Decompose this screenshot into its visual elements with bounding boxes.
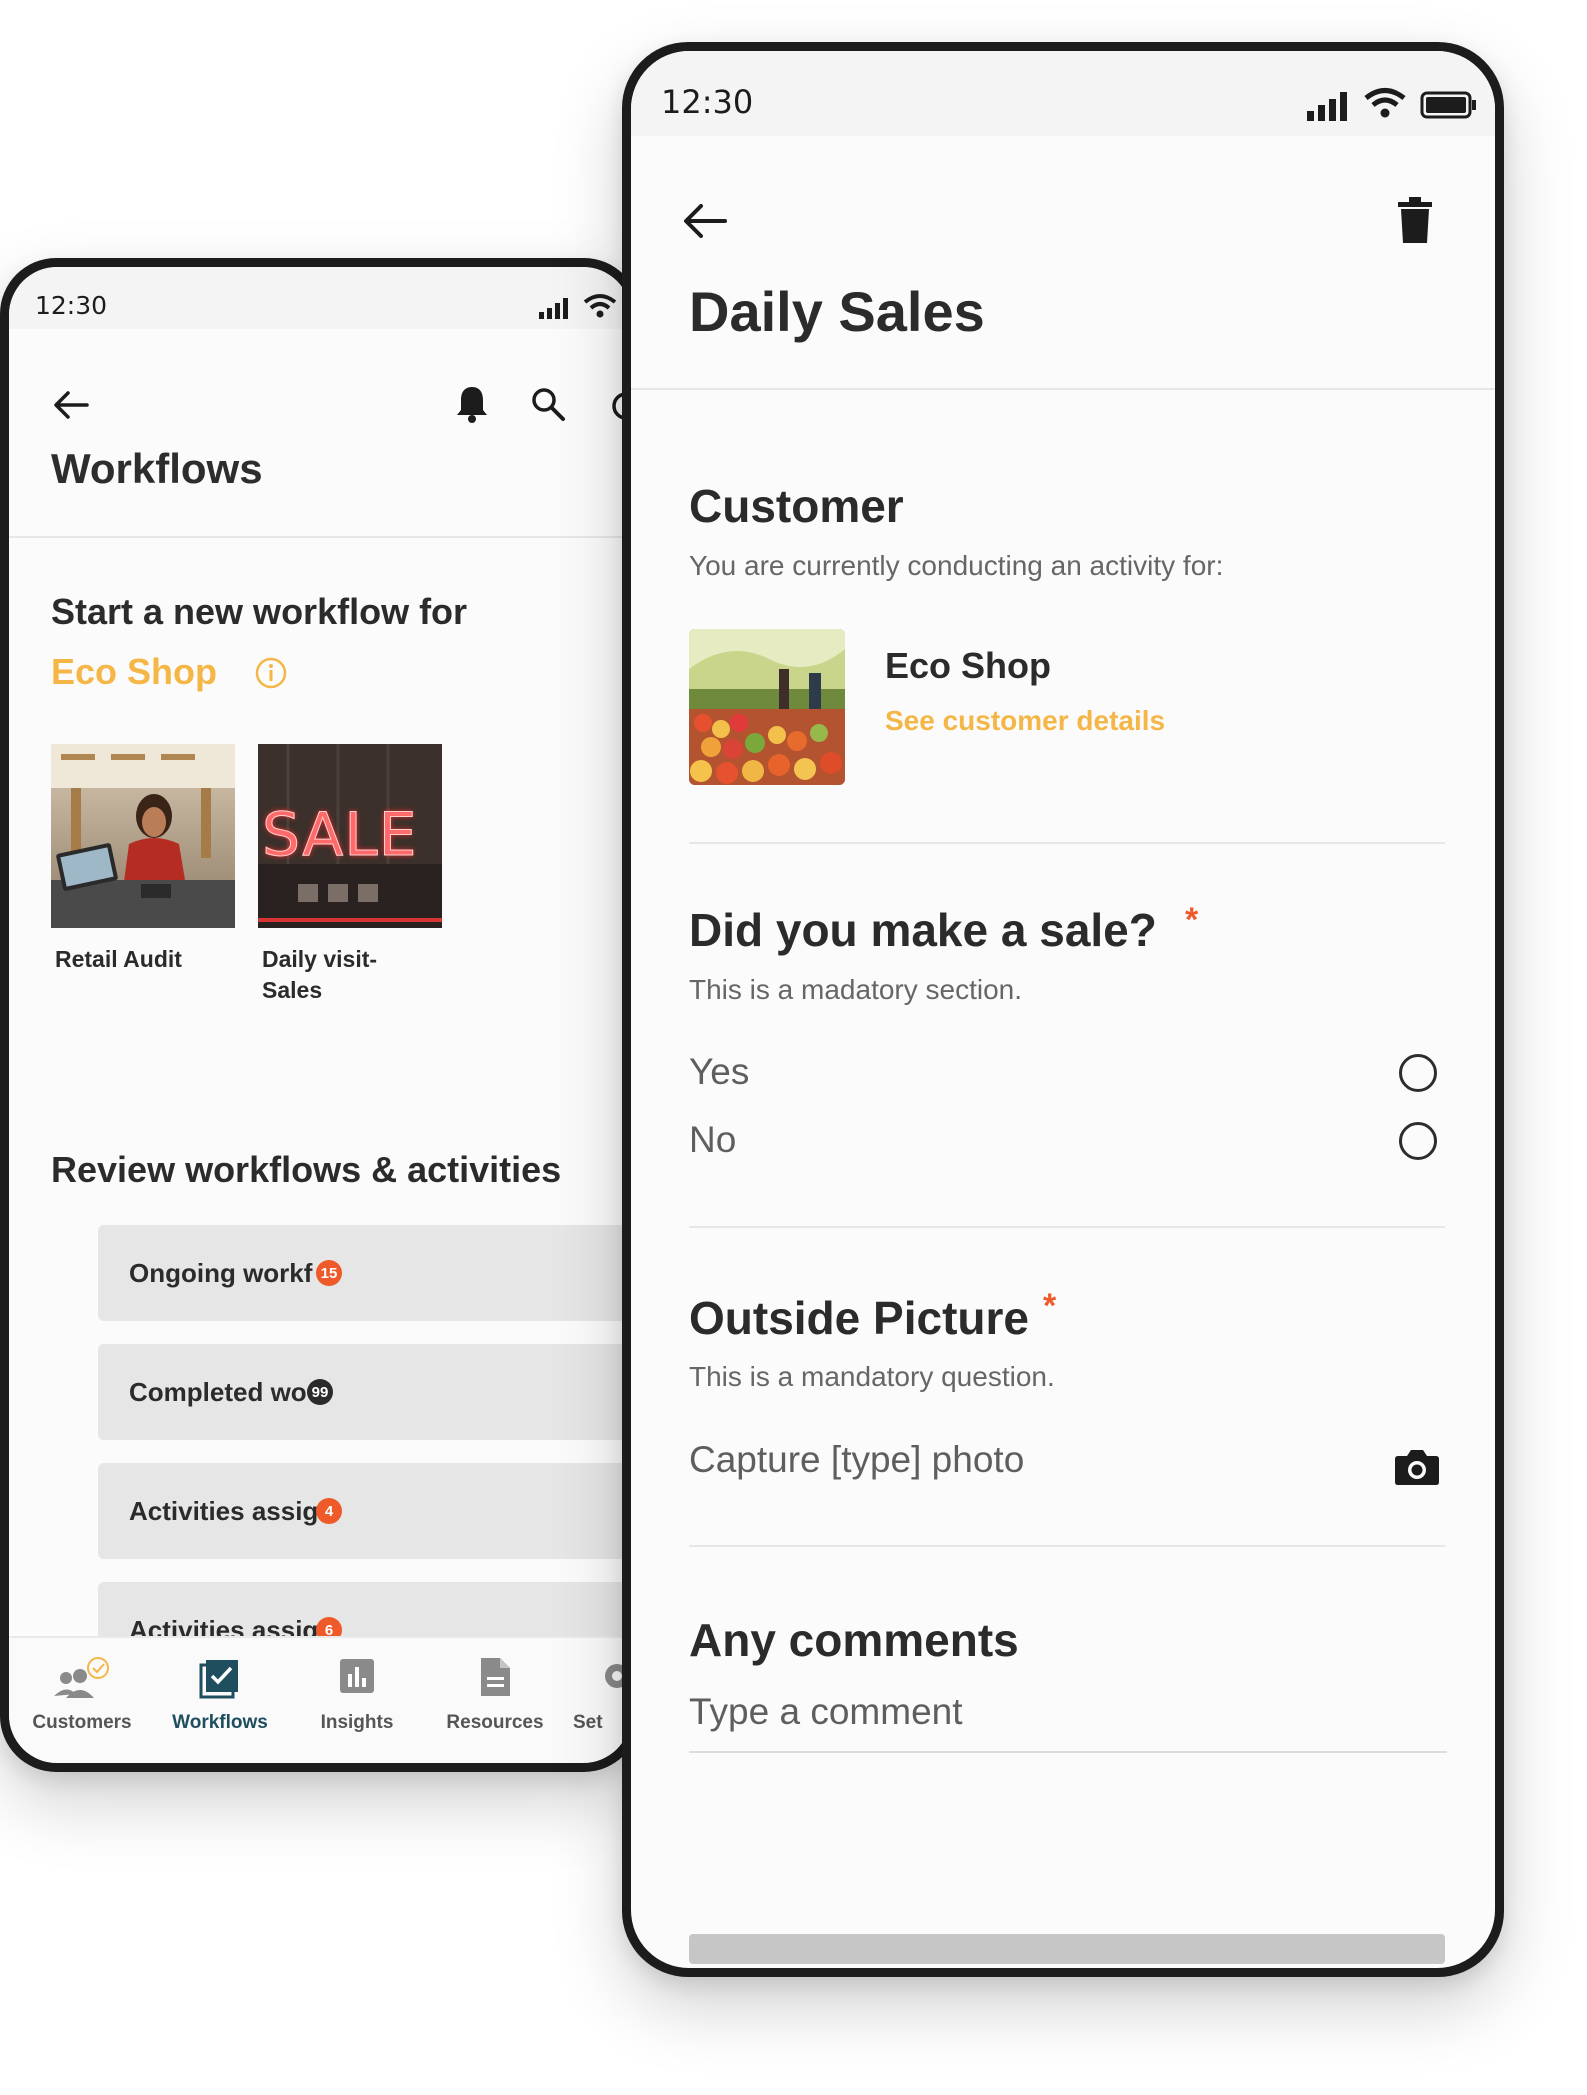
tile-label-line2: Sales — [262, 977, 323, 1003]
required-mark: * — [1185, 901, 1199, 939]
customer-subtitle: You are currently conducting an activity… — [689, 550, 1224, 581]
nav-insights[interactable]: Insights — [287, 1638, 427, 1762]
sale-question-heading: Did you make a sale? — [689, 904, 1157, 956]
submit-bar[interactable] — [689, 1934, 1445, 1964]
back-button[interactable] — [677, 193, 733, 249]
section-divider — [689, 1226, 1445, 1228]
nav-label: Insights — [320, 1712, 394, 1733]
customer-image — [689, 629, 845, 785]
review-item-label: Ongoing workf — [129, 1257, 313, 1288]
comment-placeholder: Type a comment — [689, 1691, 963, 1732]
option-yes-radio[interactable] — [1399, 1054, 1437, 1092]
people-icon — [52, 1656, 112, 1711]
search-icon — [532, 388, 565, 421]
count-badge: 15 — [316, 1260, 342, 1286]
workflow-tile-daily-visit-sales[interactable]: SALE Daily visit- Sales — [258, 744, 458, 1014]
option-yes-label: Yes — [689, 1051, 750, 1092]
option-no-radio[interactable] — [1399, 1122, 1437, 1160]
bar-chart-icon — [337, 1656, 377, 1701]
status-bar: 12:30 — [631, 51, 1495, 136]
picture-question-heading: Outside Picture — [689, 1292, 1029, 1344]
nav-label: Customers — [32, 1712, 132, 1733]
nav-label: Resources — [446, 1712, 544, 1733]
camera-button[interactable] — [1391, 1441, 1443, 1493]
status-time: 12:30 — [35, 291, 108, 320]
see-customer-details-link[interactable]: See customer details — [885, 705, 1165, 737]
camera-icon — [1395, 1450, 1439, 1485]
review-item-label: Completed wo — [129, 1376, 307, 1407]
workflow-tile-retail-audit[interactable]: Retail Audit — [51, 744, 241, 984]
required-mark: * — [1043, 1287, 1057, 1325]
header-divider — [631, 388, 1495, 390]
tile-label-line1: Daily visit- — [262, 946, 378, 972]
status-bar: 12:30 — [9, 267, 631, 329]
search-button[interactable] — [523, 379, 573, 429]
wifi-icon — [583, 293, 617, 324]
daily-sales-screen: 12:30 Daily Sales Customer You are curre… — [631, 51, 1495, 1968]
workflows-phone: 12:30 Workflows Start a new workflow for… — [0, 258, 640, 1772]
nav-label: Workflows — [172, 1712, 268, 1733]
comment-input[interactable]: Type a comment — [689, 1685, 1447, 1753]
delete-button[interactable] — [1387, 191, 1443, 251]
signal-icon — [539, 297, 575, 324]
page-title: Workflows — [51, 445, 263, 492]
picture-question-subtitle: This is a mandatory question. — [689, 1361, 1055, 1392]
start-workflow-heading: Start a new workflow for — [51, 591, 468, 632]
back-button[interactable] — [47, 381, 95, 429]
workflows-screen: 12:30 Workflows Start a new workflow for… — [9, 267, 631, 1763]
capture-photo-label[interactable]: Capture [type] photo — [689, 1439, 1024, 1481]
option-no-label: No — [689, 1119, 737, 1160]
arrow-left-icon — [54, 391, 89, 419]
bell-icon — [457, 387, 487, 423]
wifi-icon — [1364, 87, 1406, 124]
sale-question-subtitle: This is a madatory section. — [689, 974, 1023, 1005]
review-item-completed[interactable]: Completed wo 99 — [98, 1344, 631, 1440]
customer-info-button[interactable] — [249, 651, 293, 695]
section-divider — [689, 842, 1445, 844]
info-icon — [255, 657, 287, 689]
review-heading: Review workflows & activities — [51, 1149, 562, 1190]
arrow-left-icon — [684, 204, 727, 238]
nav-resources[interactable]: Resources — [425, 1638, 565, 1762]
notifications-button[interactable] — [447, 379, 497, 429]
daily-sales-phone: 12:30 Daily Sales Customer You are curre… — [622, 42, 1504, 1977]
section-divider — [689, 1545, 1445, 1547]
workflow-check-icon — [198, 1656, 242, 1705]
customer-name: Eco Shop — [885, 645, 1052, 686]
sale-sign-text: SALE — [262, 800, 418, 871]
trash-icon — [1398, 197, 1432, 243]
tile-label: Retail Audit — [55, 946, 182, 972]
count-badge: 99 — [307, 1379, 333, 1405]
page-title: Daily Sales — [689, 280, 985, 343]
nav-customers[interactable]: Customers — [12, 1638, 152, 1762]
retail-audit-image — [51, 744, 235, 928]
review-item-activities-assigned[interactable]: Activities assig 4 — [98, 1463, 631, 1559]
status-time: 12:30 — [661, 83, 754, 121]
count-badge: 4 — [316, 1498, 342, 1524]
document-icon — [477, 1656, 513, 1703]
review-item-label: Activities assig — [129, 1495, 319, 1526]
review-item-ongoing[interactable]: Ongoing workf 15 — [98, 1225, 631, 1321]
signal-icon — [1307, 91, 1353, 126]
customer-heading: Customer — [689, 480, 904, 532]
customer-name: Eco Shop — [51, 651, 218, 692]
header-divider — [9, 536, 631, 538]
comments-heading: Any comments — [689, 1614, 1019, 1666]
bottom-navigation: Customers Workflows Insights Resources S… — [9, 1636, 631, 1762]
battery-icon — [1420, 91, 1478, 124]
nav-workflows[interactable]: Workflows — [150, 1638, 290, 1762]
sale-sign-image: SALE — [258, 744, 442, 928]
